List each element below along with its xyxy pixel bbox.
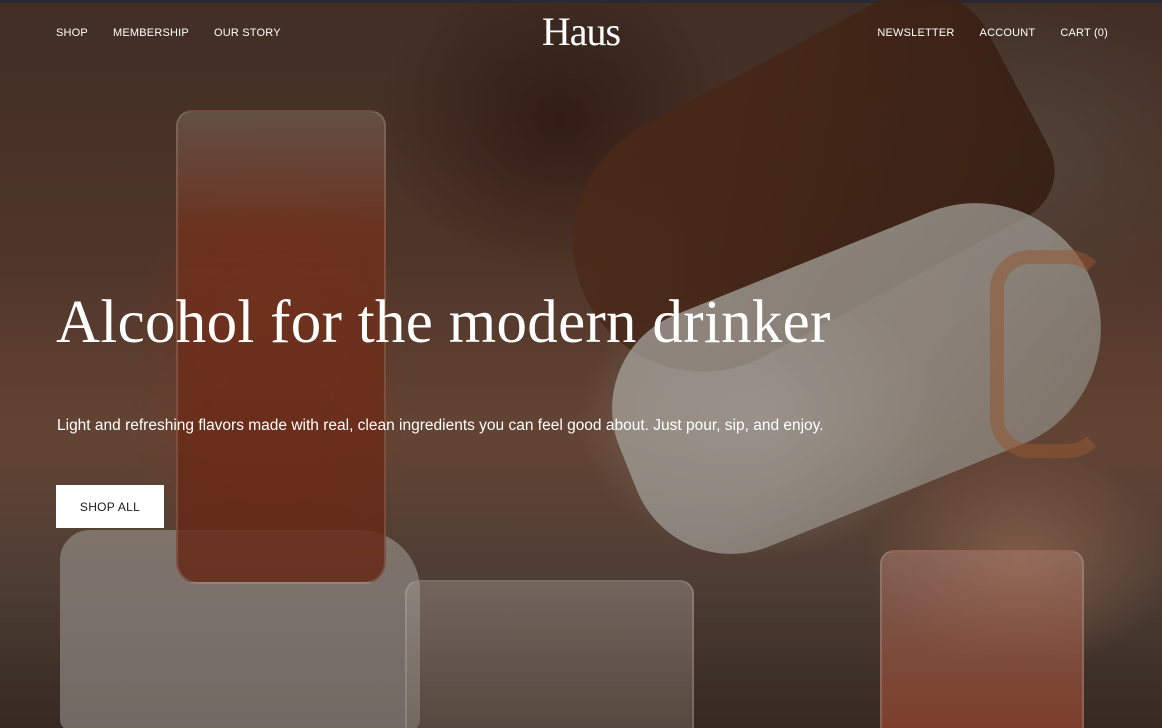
hero-headline: Alcohol for the modern drinker bbox=[56, 289, 831, 356]
hero-subheadline: Light and refreshing flavors made with r… bbox=[57, 417, 824, 434]
dark-overlay bbox=[0, 0, 1162, 728]
nav-account-link[interactable]: ACCOUNT bbox=[980, 27, 1036, 39]
hero-section: SHOP MEMBERSHIP OUR STORY Haus NEWSLETTE… bbox=[0, 0, 1162, 728]
logo-link[interactable]: Haus bbox=[542, 9, 621, 54]
nav-newsletter-link[interactable]: NEWSLETTER bbox=[877, 27, 954, 39]
shop-all-button[interactable]: SHOP ALL bbox=[56, 485, 164, 528]
nav-cart-link[interactable]: CART (0) bbox=[1060, 27, 1108, 39]
nav-right: NEWSLETTER ACCOUNT CART (0) bbox=[877, 27, 1108, 39]
site-header: SHOP MEMBERSHIP OUR STORY Haus NEWSLETTE… bbox=[0, 0, 1162, 66]
